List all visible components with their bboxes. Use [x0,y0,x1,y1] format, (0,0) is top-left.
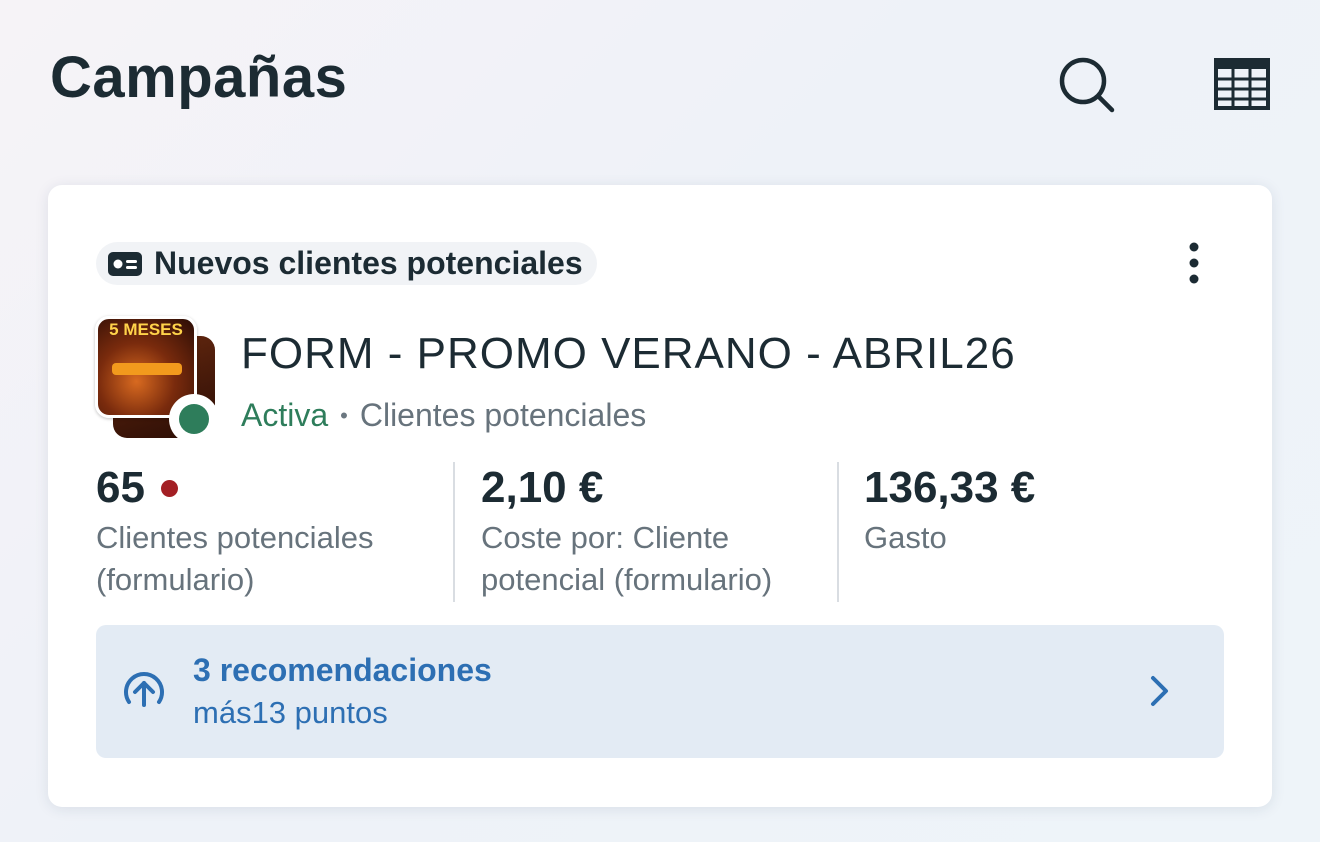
active-dot [179,404,209,434]
metric-cost-per-lead[interactable]: 2,10 € Coste por: Cliente potencial (for… [481,463,831,601]
metric-spend-label: Gasto [864,520,947,555]
objective-label: Nuevos clientes potenciales [154,245,583,281]
thumbnail-promo-bar [112,363,182,375]
metric-divider [837,462,839,602]
metric-divider [453,462,455,602]
status-indicator [169,394,219,444]
arrow-up-circle-icon [124,672,164,707]
more-options-button[interactable] [1172,241,1218,285]
recommendations-title: 3 recomendaciones [193,652,492,688]
objective-chip: Nuevos clientes potenciales [96,242,597,285]
page-title: Campañas [50,45,348,110]
metric-spend[interactable]: 136,33 € Gasto [864,463,1204,559]
alert-dot [160,479,178,497]
recommendations-subtitle: más13 puntos [193,695,388,730]
campaign-name[interactable]: FORM - PROMO VERANO - ABRIL26 [241,329,1016,379]
metric-value: 65 [96,463,436,513]
thumbnail-promo-text: 5 MESES [109,320,183,339]
more-vertical-icon [1189,242,1199,284]
table-view-button[interactable] [1210,54,1274,118]
status-separator: • [340,402,348,428]
lead-form-icon [108,251,142,276]
status-label: Activa [241,397,329,433]
metric-spend-value: 136,33 € [864,463,1036,512]
search-icon [1059,57,1115,113]
metric-leads-value: 65 [96,463,145,512]
app-header: Campañas [0,0,1320,160]
metric-leads-label: Clientes potenciales (formulario) [96,520,374,597]
recommendations-banner[interactable]: 3 recomendaciones más13 puntos [96,625,1224,758]
campaign-type: Clientes potenciales [359,397,647,433]
campaign-card[interactable]: Nuevos clientes potenciales 5 MESES FORM… [48,185,1272,807]
campaign-thumbnail: 5 MESES [95,316,219,444]
chevron-right-icon [1151,676,1168,706]
table-view-icon [1214,58,1270,110]
campaign-status-line: Activa • Clientes potenciales [241,397,646,434]
metric-leads[interactable]: 65 Clientes potenciales (formulario) [96,463,436,601]
metric-cost-value: 2,10 € [481,463,604,512]
metric-cost-label: Coste por: Cliente potencial (formulario… [481,520,773,597]
search-button[interactable] [1054,52,1118,116]
